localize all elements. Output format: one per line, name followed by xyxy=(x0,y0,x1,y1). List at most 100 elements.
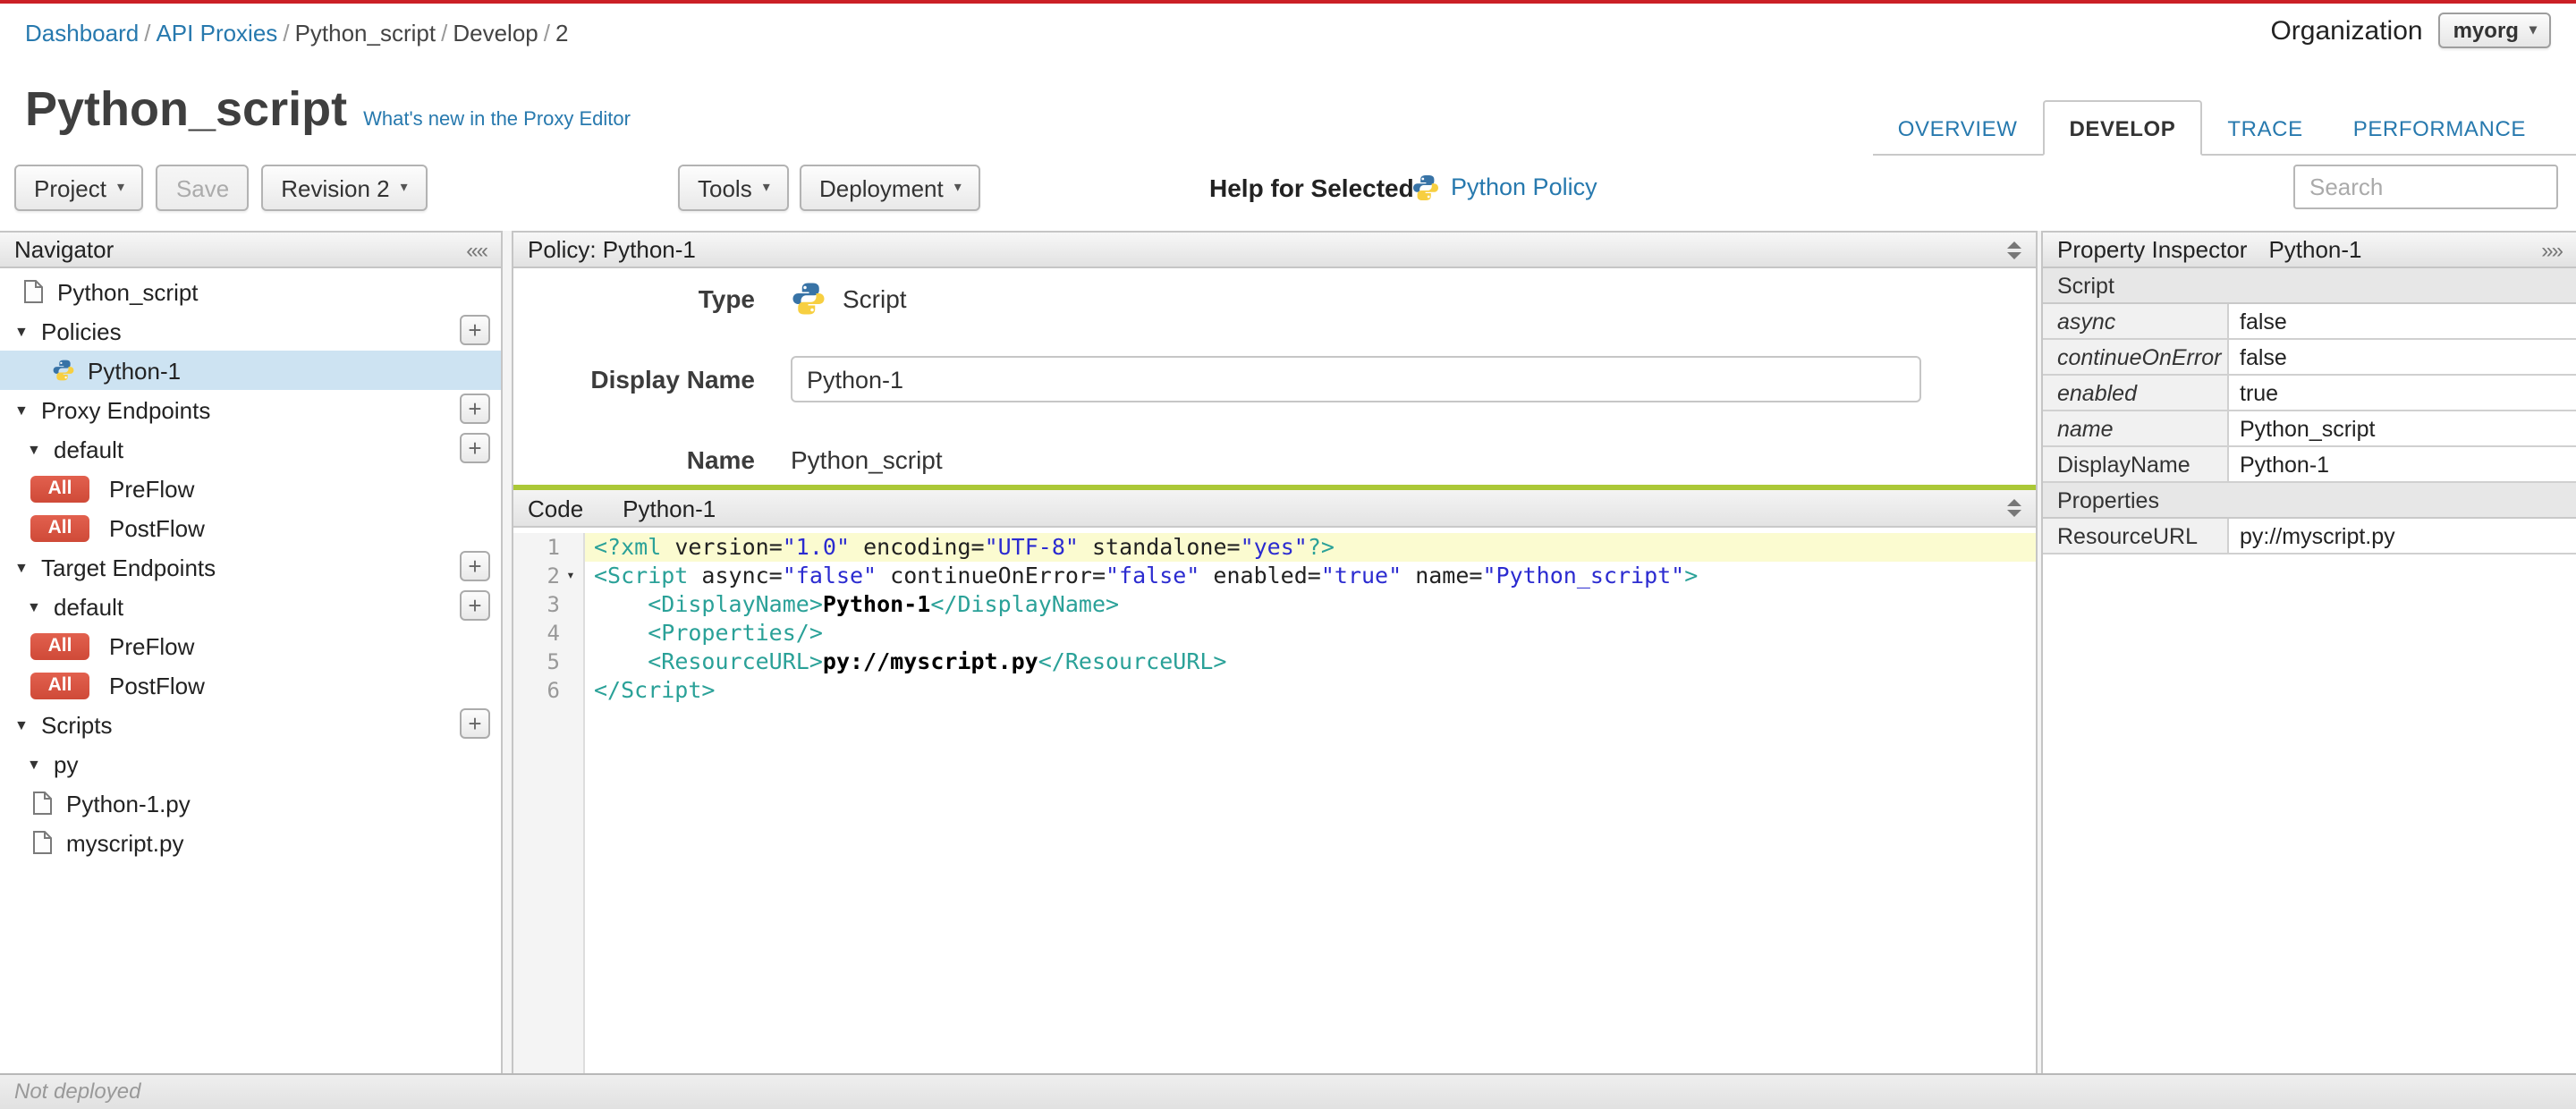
caret-down-icon: ▾ xyxy=(2529,21,2537,38)
inspector-row-name: name Python_script xyxy=(2043,411,2576,447)
expand-triangle-icon[interactable]: ▼ xyxy=(14,323,30,339)
inspector-row-continueonerror: continueOnError false xyxy=(2043,340,2576,376)
property-key: continueOnError xyxy=(2043,340,2229,374)
expand-triangle-icon[interactable]: ▼ xyxy=(14,716,30,732)
caret-down-icon: ▾ xyxy=(762,179,770,195)
navigator-header: Navigator «« xyxy=(0,231,501,268)
code-header: Code Python-1 xyxy=(513,490,2036,528)
code-line-4[interactable]: 4 <Properties/> xyxy=(513,619,2036,648)
property-value: false xyxy=(2240,309,2287,334)
nav-item-default[interactable]: ▼ default + xyxy=(0,587,501,626)
add-button[interactable]: + xyxy=(460,315,490,345)
navigator-splitter[interactable] xyxy=(501,231,513,1073)
organization-select[interactable]: myorg ▾ xyxy=(2438,13,2551,48)
nav-item-preflow[interactable]: All PreFlow xyxy=(0,626,501,665)
file-icon xyxy=(30,830,54,855)
tab-overview[interactable]: OVERVIEW xyxy=(1873,102,2043,154)
property-key: DisplayName xyxy=(2043,447,2229,481)
search-input[interactable] xyxy=(2293,165,2558,209)
nav-item-target-endpoints[interactable]: ▼ Target Endpoints + xyxy=(0,547,501,587)
property-value: false xyxy=(2240,345,2287,370)
organization-area: Organization myorg ▾ xyxy=(2270,13,2551,48)
expand-triangle-icon[interactable]: ▼ xyxy=(27,756,43,772)
code-lines: 1 <?xml version="1.0" encoding="UTF-8" st… xyxy=(513,533,2036,705)
expand-triangle-icon[interactable]: ▼ xyxy=(14,402,30,418)
inspector-section-properties: Properties xyxy=(2043,483,2576,519)
nav-item-label: default xyxy=(54,593,124,620)
nav-item-python-script[interactable]: Python_script xyxy=(0,272,501,311)
expand-triangle-icon[interactable]: ▼ xyxy=(14,559,30,575)
add-button[interactable]: + xyxy=(460,551,490,581)
nav-item-postflow[interactable]: All PostFlow xyxy=(0,508,501,547)
main-panes: Navigator «« Python_script ▼ Policies + Pyth… xyxy=(0,231,2576,1073)
property-inspector-pane: Property Inspector Python-1 »» Script asy… xyxy=(2043,231,2576,1073)
python-policy-link[interactable]: Python Policy xyxy=(1451,161,1597,215)
code-line-content: <ResourceURL>py://myscript.py</ResourceU… xyxy=(648,648,1227,674)
fold-toggle-icon[interactable]: ▾ xyxy=(560,562,581,590)
add-button[interactable]: + xyxy=(460,590,490,621)
tools-button[interactable]: Tools ▾ xyxy=(678,165,790,211)
tab-performance[interactable]: PERFORMANCE xyxy=(2328,102,2551,154)
help-for-selected-label: Help for Selected xyxy=(1209,174,1414,202)
code-line-content: <?xml version="1.0" encoding="UTF-8" sta… xyxy=(585,533,2036,562)
add-button[interactable]: + xyxy=(460,394,490,424)
collapse-navigator-icon[interactable]: «« xyxy=(466,237,488,262)
collapse-policy-icon[interactable] xyxy=(2007,241,2021,258)
code-line-1[interactable]: 1 <?xml version="1.0" encoding="UTF-8" st… xyxy=(513,533,2036,562)
breadcrumb-separator: / xyxy=(441,20,448,47)
code-line-content: <DisplayName>Python-1</DisplayName> xyxy=(648,590,1120,617)
flow-condition-badge: All xyxy=(30,632,89,659)
nav-item-default[interactable]: ▼ default + xyxy=(0,429,501,469)
deployment-status-text: Not deployed xyxy=(14,1079,141,1104)
nav-item-postflow[interactable]: All PostFlow xyxy=(0,665,501,705)
code-line-5[interactable]: 5 <ResourceURL>py://myscript.py</Resourc… xyxy=(513,648,2036,676)
nav-item-python-1-py[interactable]: Python-1.py xyxy=(0,783,501,823)
save-button[interactable]: Save xyxy=(156,165,250,211)
whats-new-link[interactable]: What's new in the Proxy Editor xyxy=(363,109,631,131)
caret-down-icon: ▾ xyxy=(953,179,962,195)
python-icon xyxy=(52,358,75,383)
inspector-section-script: Script xyxy=(2043,268,2576,304)
nav-item-myscript-py[interactable]: myscript.py xyxy=(0,823,501,862)
expand-triangle-icon[interactable]: ▼ xyxy=(27,441,43,457)
nav-item-preflow[interactable]: All PreFlow xyxy=(0,469,501,508)
nav-item-policies[interactable]: ▼ Policies + xyxy=(0,311,501,351)
expand-triangle-icon[interactable]: ▼ xyxy=(27,598,43,614)
breadcrumb-item-dashboard[interactable]: Dashboard xyxy=(25,20,139,47)
display-name-input[interactable] xyxy=(791,356,1921,402)
proxy-editor-app: Dashboard / API Proxies / Python_script / Deve… xyxy=(0,0,2576,1109)
organization-label: Organization xyxy=(2270,15,2423,46)
nav-item-proxy-endpoints[interactable]: ▼ Proxy Endpoints + xyxy=(0,390,501,429)
inspector-title: Property Inspector xyxy=(2057,236,2248,263)
nav-item-py[interactable]: ▼ py xyxy=(0,744,501,783)
nav-item-label: myscript.py xyxy=(66,829,184,856)
project-button[interactable]: Project ▾ xyxy=(14,165,144,211)
tab-develop[interactable]: DEVELOP xyxy=(2042,100,2203,156)
nav-item-scripts[interactable]: ▼ Scripts + xyxy=(0,705,501,744)
add-button[interactable]: + xyxy=(460,433,490,463)
expand-code-icon[interactable] xyxy=(2007,499,2021,517)
breadcrumb-item-api-proxies[interactable]: API Proxies xyxy=(156,20,277,47)
code-line-content: <Script async="false" continueOnError="f… xyxy=(594,562,1699,588)
type-value-text: Script xyxy=(843,284,907,313)
fold-toggle-icon xyxy=(560,533,581,562)
toolbar-left-group: Project ▾ Save Revision 2 ▾ xyxy=(14,165,428,211)
property-value: Python-1 xyxy=(2240,453,2330,478)
code-editor[interactable]: 1 <?xml version="1.0" encoding="UTF-8" st… xyxy=(513,533,2036,1073)
nav-item-label: Python-1.py xyxy=(66,790,191,817)
code-line-2[interactable]: 2 ▾ <Script async="false" continueOnError=… xyxy=(513,562,2036,590)
name-label: Name xyxy=(686,445,755,474)
code-line-3[interactable]: 3 <DisplayName>Python-1</DisplayName> xyxy=(513,590,2036,619)
inspector-splitter[interactable] xyxy=(2036,231,2043,1073)
tab-bar: OVERVIEW DEVELOP TRACE PERFORMANCE xyxy=(1872,100,2576,156)
add-button[interactable]: + xyxy=(460,708,490,739)
property-value: true xyxy=(2240,381,2279,406)
nav-item-python-1[interactable]: Python-1 xyxy=(0,351,501,390)
breadcrumb-separator: / xyxy=(543,20,550,47)
code-line-6[interactable]: 6 </Script> xyxy=(513,676,2036,705)
collapse-inspector-icon[interactable]: »» xyxy=(2541,237,2563,262)
nav-item-label: Target Endpoints xyxy=(41,554,216,580)
deployment-button[interactable]: Deployment ▾ xyxy=(800,165,981,211)
revision-button[interactable]: Revision 2 ▾ xyxy=(261,165,428,211)
tab-trace[interactable]: TRACE xyxy=(2202,102,2327,154)
